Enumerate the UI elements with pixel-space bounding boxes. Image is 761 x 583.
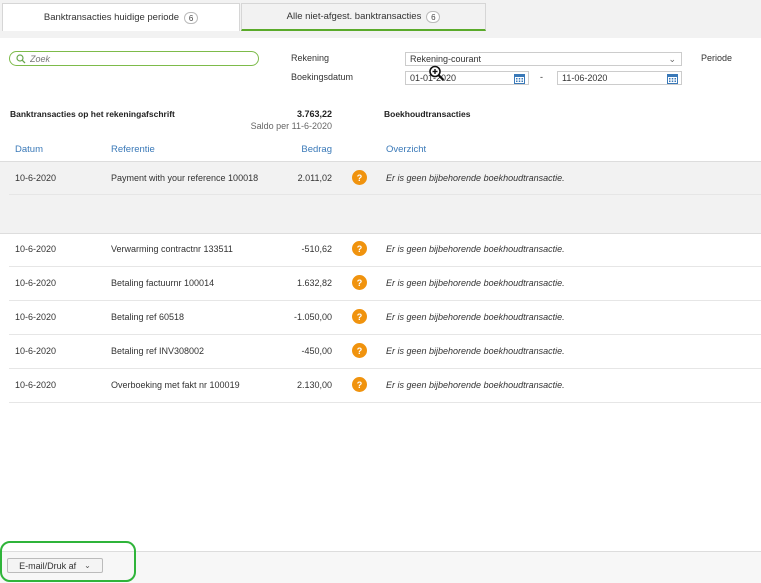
row-datum: 10-6-2020 xyxy=(15,244,57,254)
row-status: Er is geen bijbehorende boekhoudtransact… xyxy=(386,312,565,322)
calendar-icon[interactable] xyxy=(514,73,525,84)
saldo-date: Saldo per 11-6-2020 xyxy=(250,121,332,131)
row-status: Er is geen bijbehorende boekhoudtransact… xyxy=(386,244,565,254)
tab-huidige-periode[interactable]: Banktransacties huidige periode 6 xyxy=(2,3,240,31)
row-bedrag: -1.050,00 xyxy=(293,312,332,322)
question-icon[interactable]: ? xyxy=(352,275,367,290)
rekening-value: Rekening-courant xyxy=(410,54,482,64)
question-icon[interactable]: ? xyxy=(352,377,367,392)
question-icon[interactable]: ? xyxy=(352,241,367,256)
tab-alle-niet-afgestemd[interactable]: Alle niet-afgest. banktransacties 6 xyxy=(241,3,486,31)
row-referentie: Betaling factuurnr 100014 xyxy=(111,278,215,288)
tab-bar: Banktransacties huidige periode 6 Alle n… xyxy=(0,0,761,38)
rekening-label: Rekening xyxy=(291,53,330,63)
question-icon[interactable]: ? xyxy=(352,170,367,185)
row-datum: 10-6-2020 xyxy=(15,312,57,322)
search-icon xyxy=(16,53,26,64)
highlight-annotation xyxy=(0,541,136,582)
row-bedrag: -450,00 xyxy=(301,346,332,356)
row-bedrag: 2.130,00 xyxy=(296,380,332,390)
row-referentie: Overboeking met fakt nr 100019 xyxy=(111,380,240,390)
tab-label: Banktransacties huidige periode xyxy=(43,12,180,23)
periode-label: Periode xyxy=(701,53,733,63)
date-to-field[interactable]: 11-06-2020 xyxy=(557,71,682,85)
column-header-overzicht[interactable]: Overzicht xyxy=(386,144,426,155)
table-row[interactable]: 10-6-2020 Betaling factuurnr 100014 1.63… xyxy=(0,266,761,300)
bank-transactions-title: Banktransacties op het rekeningafschrift xyxy=(10,109,175,119)
row-bedrag: 2.011,02 xyxy=(297,173,332,183)
row-status: Er is geen bijbehorende boekhoudtransact… xyxy=(386,173,565,183)
calendar-icon[interactable] xyxy=(667,73,678,84)
boekingsdatum-label: Boekingsdatum xyxy=(291,72,354,82)
date-separator: - xyxy=(540,72,543,82)
row-referentie: Betaling ref 60518 xyxy=(111,312,185,322)
row-datum: 10-6-2020 xyxy=(15,278,57,288)
row-referentie: Verwarming contractnr 133511 xyxy=(111,244,233,254)
row-status: Er is geen bijbehorende boekhoudtransact… xyxy=(386,278,565,288)
table-row[interactable]: 10-6-2020 Betaling ref 60518 -1.050,00 ?… xyxy=(0,300,761,334)
search-box[interactable] xyxy=(9,51,259,66)
zoom-cursor-icon xyxy=(428,65,446,81)
bank-balance-amount: 3.763,22 xyxy=(296,109,332,119)
row-datum: 10-6-2020 xyxy=(15,380,57,390)
count-badge: 6 xyxy=(426,10,441,23)
tab-label: Alle niet-afgest. banktransacties xyxy=(286,11,422,22)
count-badge: 6 xyxy=(184,11,199,24)
row-datum: 10-6-2020 xyxy=(15,173,57,183)
row-bedrag: -510,62 xyxy=(301,244,332,254)
column-header-bedrag[interactable]: Bedrag xyxy=(292,144,332,155)
boekhoud-title: Boekhoudtransacties xyxy=(384,109,471,119)
column-header-datum[interactable]: Datum xyxy=(15,144,43,155)
rekening-select[interactable]: Rekening-courant ⌄ xyxy=(405,52,682,66)
search-input[interactable] xyxy=(30,53,250,64)
row-referentie: Payment with your reference 100018 xyxy=(111,173,259,183)
row-divider xyxy=(9,402,761,403)
date-to-value: 11-06-2020 xyxy=(562,73,608,83)
table-row[interactable]: 10-6-2020 Payment with your reference 10… xyxy=(0,161,761,195)
question-icon[interactable]: ? xyxy=(352,343,367,358)
date-from-field[interactable]: 01-01-2020 xyxy=(405,71,529,85)
row-referentie: Betaling ref INV308002 xyxy=(111,346,205,356)
row-datum: 10-6-2020 xyxy=(15,346,57,356)
row-status: Er is geen bijbehorende boekhoudtransact… xyxy=(386,346,565,356)
question-icon[interactable]: ? xyxy=(352,309,367,324)
chevron-down-icon: ⌄ xyxy=(668,54,676,64)
table-row[interactable]: 10-6-2020 Overboeking met fakt nr 100019… xyxy=(0,368,761,402)
row-status: Er is geen bijbehorende boekhoudtransact… xyxy=(386,380,565,390)
row-bedrag: 1.632,82 xyxy=(296,278,332,288)
table-row[interactable]: 10-6-2020 Verwarming contractnr 133511 -… xyxy=(0,232,761,266)
column-header-referentie[interactable]: Referentie xyxy=(111,144,155,155)
table-row[interactable]: 10-6-2020 Betaling ref INV308002 -450,00… xyxy=(0,334,761,368)
